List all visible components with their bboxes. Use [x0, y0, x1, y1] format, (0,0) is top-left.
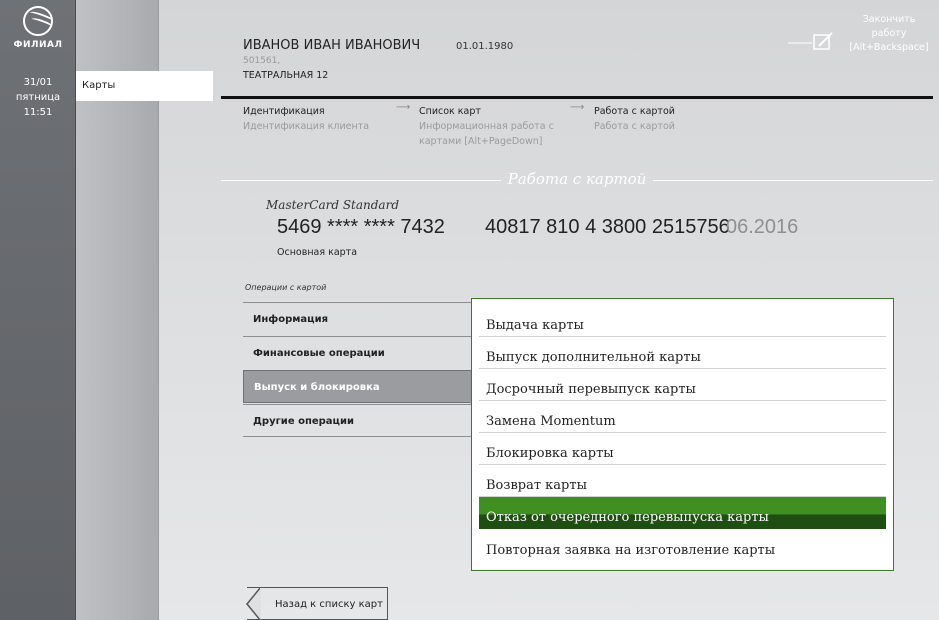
section-divider-right	[653, 180, 933, 181]
client-address: ТЕАТРАЛЬНАЯ 12	[243, 70, 329, 81]
step-sub: Идентификация клиента	[243, 121, 370, 132]
logo-text: ФИЛИАЛ	[13, 40, 63, 50]
back-button-label: Назад к списку карт	[275, 599, 383, 610]
card-number: 5469 **** **** 7432	[277, 216, 445, 238]
submenu-panel: Выдача карты Выпуск дополнительной карты…	[471, 298, 894, 571]
logout-hotkey: [Alt+Backspace]	[849, 42, 929, 53]
operation-issue-block[interactable]: Выпуск и блокировка	[243, 370, 473, 403]
operation-other[interactable]: Другие операции	[243, 404, 473, 437]
operations-heading: Операции с картой	[245, 283, 327, 292]
client-dob: 01.01.1980	[456, 41, 514, 52]
submenu-item[interactable]: Возврат карты	[479, 465, 886, 497]
arrow-right-icon: ⟶	[570, 102, 585, 113]
card-label: Основная карта	[277, 247, 358, 258]
step-sub: Информационная работа с картами [Alt+Pag…	[419, 121, 554, 147]
logo-icon	[23, 6, 53, 36]
clock-weekday: пятница	[15, 92, 61, 103]
card-account: 40817 810 4 3800 2515756	[485, 216, 730, 238]
section-title: Работа с картой	[507, 170, 647, 188]
edit-icon[interactable]	[788, 32, 836, 52]
card-type: MasterCard Standard	[266, 198, 400, 212]
logout-button[interactable]: Закончить работу [Alt+Backspace]	[845, 13, 933, 55]
logout-label-1: Закончить	[862, 14, 916, 25]
submenu-item[interactable]: Досрочный перевыпуск карты	[479, 369, 886, 401]
submenu-item[interactable]: Блокировка карты	[479, 433, 886, 465]
client-name: ИВАНОВ ИВАН ИВАНОВИЧ	[243, 38, 421, 53]
step-title: Список карт	[419, 106, 481, 117]
back-to-list-button[interactable]: Назад к списку карт	[246, 587, 388, 620]
logout-label-2: работу	[871, 28, 907, 39]
section-divider-left	[221, 180, 501, 181]
step-title: Идентификация	[243, 106, 325, 117]
step-sub: Работа с картой	[594, 121, 675, 132]
submenu-item[interactable]: Выпуск дополнительной карты	[479, 337, 886, 369]
client-code: 501561,	[243, 56, 281, 66]
header-divider	[221, 96, 933, 99]
bank-logo: ФИЛИАЛ	[10, 6, 66, 56]
step-title: Работа с картой	[594, 106, 675, 117]
breadcrumb-step-card-list[interactable]: Список карт Информационная работа с карт…	[419, 104, 569, 149]
breadcrumb-step-identification[interactable]: Идентификация Идентификация клиента	[243, 104, 393, 134]
breadcrumb-step-card-work: Работа с картой Работа с картой	[594, 104, 744, 134]
operation-info[interactable]: Информация	[243, 302, 473, 335]
submenu-item[interactable]: Выдача карты	[479, 305, 886, 337]
card-expiry: 06.2016	[726, 216, 799, 238]
clock: 31/01 пятница 11:51	[0, 75, 76, 120]
clock-time: 11:51	[23, 107, 53, 118]
nav-item-cards[interactable]: Карты	[76, 71, 213, 101]
submenu-item[interactable]: Повторная заявка на изготовление карты	[479, 530, 886, 562]
clock-date: 31/01	[23, 77, 53, 88]
operation-financial[interactable]: Финансовые операции	[243, 336, 473, 369]
arrow-right-icon: ⟶	[396, 102, 411, 113]
submenu-item[interactable]: Замена Momentum	[479, 401, 886, 433]
submenu-item-selected[interactable]: Отказ от очередного перевыпуска карты	[479, 497, 886, 529]
